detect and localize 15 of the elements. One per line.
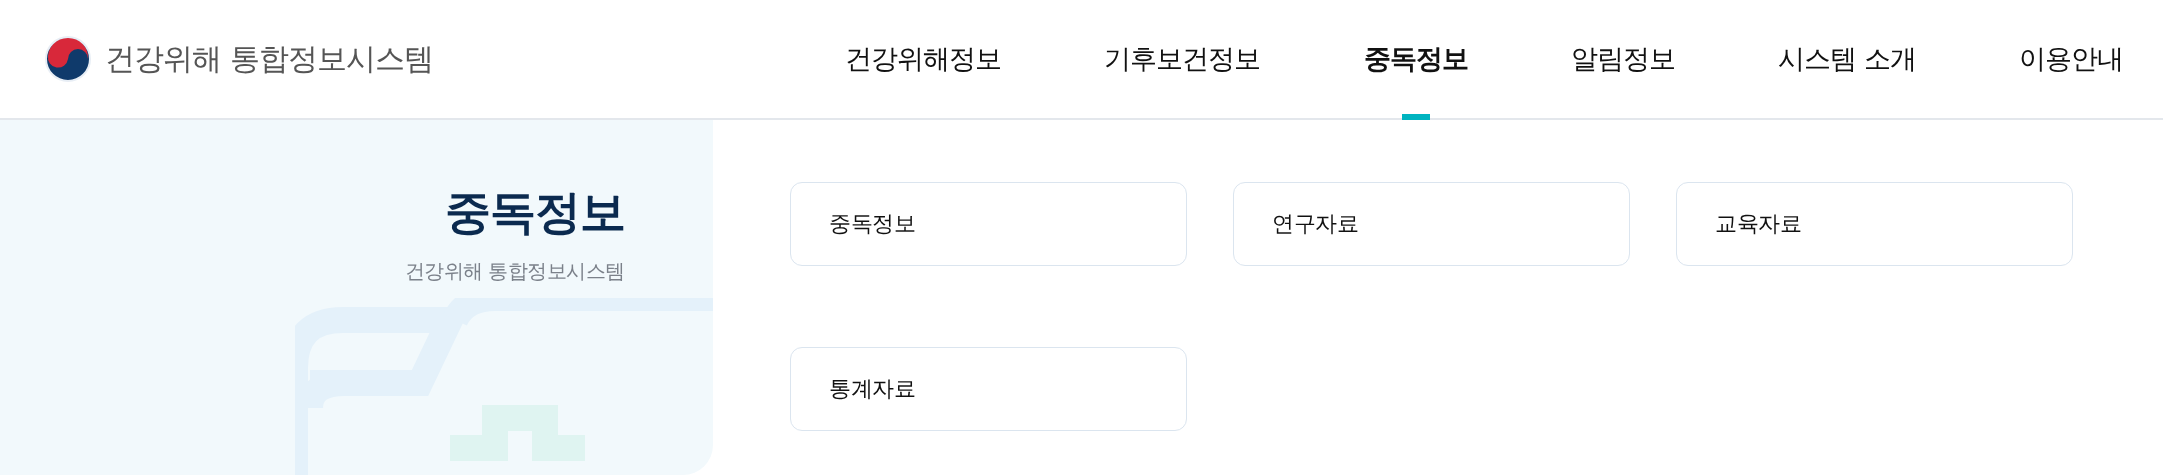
menu-card-link[interactable]: 중독정보 [790, 182, 1187, 266]
active-indicator [1401, 114, 1430, 120]
nav-menu-item[interactable]: 건강위해정보 [845, 0, 1001, 118]
nav-menu-item[interactable]: 중독정보 [1363, 0, 1468, 118]
site-logo-text[interactable]: 건강위해 통합정보시스템 [105, 38, 433, 80]
nav-menu-item[interactable]: 기후보건정보 [1104, 0, 1261, 118]
nav-menu-item[interactable]: 시스템 소개 [1778, 0, 1916, 118]
section-subtitle: 건강위해 통합정보시스템 [404, 258, 625, 285]
nav-menu-item[interactable]: 알림정보 [1570, 0, 1675, 118]
menu-card-link[interactable]: 연구자료 [1233, 182, 1630, 266]
menu-card-link[interactable]: 교육자료 [1676, 182, 2073, 266]
section-title: 중독정보 [445, 184, 625, 241]
emblem-icon [45, 36, 91, 82]
menu-card-link[interactable]: 통계자료 [790, 347, 1187, 431]
nav-menu-item[interactable]: 이용안내 [2019, 0, 2123, 118]
